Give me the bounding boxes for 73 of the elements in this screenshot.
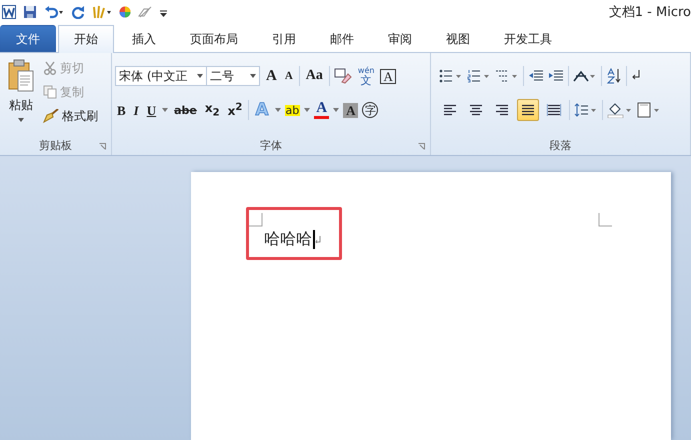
ribbon-tab[interactable]: 视图 — [430, 25, 486, 52]
document-text[interactable]: 哈哈哈 — [264, 229, 312, 250]
color-wheel-icon[interactable] — [119, 6, 131, 18]
margin-corner-icon — [249, 213, 263, 227]
underline-button[interactable]: U — [144, 104, 158, 116]
font-size-dropdown[interactable]: 二号 — [206, 66, 260, 86]
sort-icon[interactable] — [606, 68, 622, 84]
ribbon-tab[interactable]: 插入 — [116, 25, 172, 52]
ribbon-tab[interactable]: 开发工具 — [488, 25, 568, 52]
clipboard-icon — [8, 59, 34, 93]
font-color-button[interactable]: A — [314, 101, 330, 119]
ribbon-tab[interactable]: 开始 — [58, 25, 114, 53]
enclose-characters-button[interactable]: 字 — [362, 102, 378, 118]
increase-indent-icon[interactable] — [548, 69, 564, 83]
file-tab[interactable]: 文件 — [0, 25, 56, 52]
align-lines-icon — [521, 104, 535, 116]
copy-icon — [43, 85, 57, 99]
dropdown-arrow-icon — [304, 108, 310, 112]
highlight-button[interactable]: ab — [284, 104, 300, 116]
group-label: 字体 — [260, 138, 282, 152]
character-border-button[interactable]: A — [380, 68, 396, 84]
dropdown-arrow-icon — [18, 118, 24, 122]
paragraph-mark-icon — [315, 236, 321, 244]
dropdown-arrow-icon — [162, 108, 168, 112]
font-name-dropdown[interactable]: 宋体 (中文正 — [115, 66, 207, 86]
undo-icon[interactable] — [44, 5, 64, 19]
dialog-launcher-icon[interactable] — [99, 143, 106, 150]
strikethrough-button[interactable]: abe — [172, 104, 199, 116]
align-lines-icon — [495, 104, 509, 116]
ribbon-tab[interactable]: 页面布局 — [174, 25, 254, 52]
eraser-icon[interactable] — [138, 6, 152, 18]
align-lines-icon — [443, 104, 457, 116]
brush-icon — [43, 109, 59, 123]
phonetic-guide-button[interactable]: wén 文 — [356, 66, 376, 86]
group-label: 段落 — [550, 138, 572, 152]
dropdown-arrow-icon — [197, 74, 203, 78]
redo-icon[interactable] — [71, 5, 85, 19]
multilevel-list-icon[interactable] — [495, 69, 519, 83]
ribbon-tab[interactable]: 引用 — [256, 25, 312, 52]
chinese-layout-icon[interactable] — [573, 69, 597, 83]
ribbon-tab[interactable]: 审阅 — [372, 25, 428, 52]
save-icon[interactable] — [23, 5, 37, 19]
dropdown-arrow-icon — [250, 74, 256, 78]
subscript-button[interactable]: x$_{2}$ — [202, 102, 222, 118]
paste-button[interactable]: 粘贴 — [3, 57, 39, 135]
dialog-launcher-icon[interactable] — [418, 143, 425, 150]
bullets-icon[interactable] — [439, 69, 463, 83]
scissors-icon — [43, 61, 57, 75]
window-title: 文档1 - Micro — [608, 4, 691, 21]
bold-button[interactable]: B — [115, 104, 128, 116]
pens-icon[interactable] — [92, 5, 112, 19]
numbering-icon[interactable] — [467, 69, 491, 83]
italic-button[interactable]: I — [132, 104, 141, 116]
borders-icon[interactable] — [637, 102, 661, 118]
clear-formatting-icon[interactable] — [334, 68, 352, 84]
dropdown-arrow-icon — [274, 108, 280, 112]
justify-align-button[interactable] — [517, 99, 539, 121]
decrease-indent-icon[interactable] — [528, 69, 544, 83]
group-label: 剪贴板 — [39, 138, 72, 152]
align-lines-icon — [547, 104, 561, 116]
shrink-font-button[interactable]: A — [282, 70, 295, 82]
change-case-button[interactable]: Aa — [304, 69, 325, 83]
grow-font-button[interactable]: A — [264, 68, 279, 84]
text-cursor — [313, 230, 315, 249]
character-shading-button[interactable]: A — [343, 102, 358, 118]
format-painter-button[interactable]: 格式刷 — [41, 105, 100, 127]
margin-corner-icon — [598, 213, 612, 227]
ribbon-tab[interactable]: 邮件 — [314, 25, 370, 52]
dropdown-arrow-icon — [333, 108, 340, 112]
paint-bucket-icon[interactable] — [607, 102, 633, 118]
line-spacing-icon[interactable] — [574, 103, 598, 117]
align-lines-icon — [469, 104, 483, 116]
superscript-button[interactable]: x$^{2}$ — [226, 103, 244, 117]
